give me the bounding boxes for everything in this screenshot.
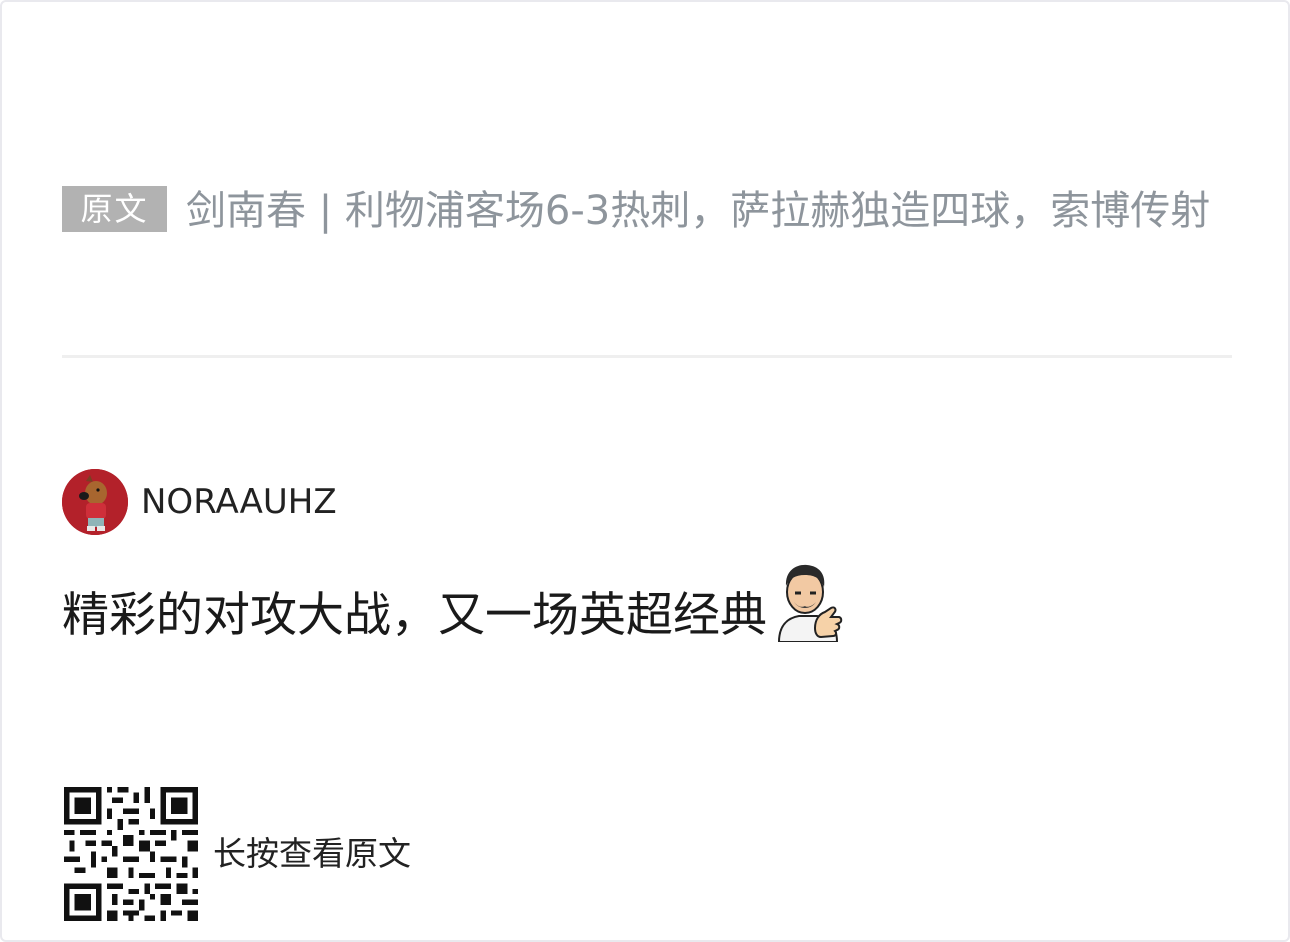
comment-text: 精彩的对攻大战，又一场英超经典 bbox=[62, 588, 767, 643]
share-card: 原文 剑南春 | 利物浦客场6-3热刺，萨拉赫独造四球，索博传射 NORAAUH… bbox=[0, 0, 1290, 942]
article-title[interactable]: 剑南春 | 利物浦客场6-3热刺，萨拉赫独造四球，索博传射 bbox=[186, 182, 1232, 241]
avatar[interactable] bbox=[62, 469, 128, 535]
username[interactable]: NORAAUHZ bbox=[141, 481, 337, 523]
thumbs-up-man-icon bbox=[771, 562, 843, 665]
avatar-dog-icon bbox=[62, 469, 128, 535]
original-article-link[interactable]: 原文 剑南春 | 利物浦客场6-3热刺，萨拉赫独造四球，索博传射 bbox=[62, 182, 1232, 241]
original-badge: 原文 bbox=[62, 186, 167, 232]
qr-code-icon[interactable] bbox=[64, 787, 198, 921]
comment-text-row: 精彩的对攻大战，又一场英超经典 bbox=[62, 564, 843, 665]
long-press-label: 长按查看原文 bbox=[213, 834, 411, 873]
divider bbox=[62, 355, 1232, 358]
